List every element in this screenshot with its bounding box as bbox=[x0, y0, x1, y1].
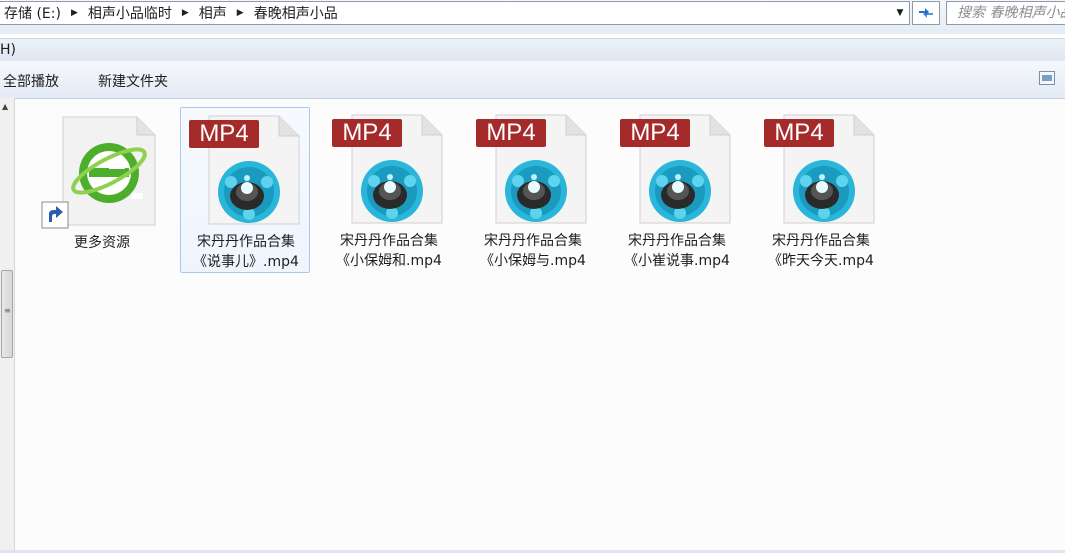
file-item[interactable]: MP4 宋丹丹作品合集 《小保姆与.mp4 bbox=[468, 107, 598, 273]
mp4-badge: MP4 bbox=[764, 119, 834, 147]
vertical-scrollbar[interactable]: ▲ ≡ bbox=[0, 98, 15, 550]
play-all-button[interactable]: 全部播放 bbox=[3, 71, 59, 91]
breadcrumb-drive[interactable]: 存储 (E:) bbox=[0, 3, 65, 23]
file-name: 宋丹丹作品合集 《昨天今天.mp4 bbox=[768, 233, 874, 269]
mp4-badge: MP4 bbox=[332, 119, 402, 147]
search-input[interactable] bbox=[957, 5, 1065, 21]
file-item[interactable]: MP4 宋丹丹作品合集 《小崔说事.mp4 bbox=[612, 107, 742, 273]
file-name: 宋丹丹作品合集 《小保姆与.mp4 bbox=[480, 233, 586, 269]
breadcrumb-separator-icon[interactable]: ▶ bbox=[176, 8, 195, 18]
file-name: 宋丹丹作品合集 《小崔说事.mp4 bbox=[624, 233, 730, 269]
breadcrumb-separator-icon[interactable]: ▶ bbox=[231, 8, 250, 18]
file-name: 更多资源 bbox=[74, 235, 130, 251]
refresh-button[interactable] bbox=[912, 1, 940, 25]
chevron-down-icon[interactable]: ▼ bbox=[891, 2, 909, 24]
shortcut-arrow-icon bbox=[41, 201, 69, 229]
grip-icon: ≡ bbox=[4, 306, 11, 315]
command-bar: 全部播放 新建文件夹 bbox=[0, 61, 1065, 99]
file-list: 更多资源 MP4 宋丹丹作品合集 《说事儿》.mp4 MP4 宋丹丹作品合集 《… bbox=[15, 99, 1065, 550]
file-item[interactable]: MP4 宋丹丹作品合集 《小保姆和.mp4 bbox=[324, 107, 454, 273]
file-item-selected[interactable]: MP4 宋丹丹作品合集 《说事儿》.mp4 bbox=[180, 107, 310, 273]
breadcrumb-folder-temp[interactable]: 相声小品临时 bbox=[84, 3, 176, 23]
mp4-badge: MP4 bbox=[189, 120, 259, 148]
scroll-thumb[interactable]: ≡ bbox=[1, 270, 13, 358]
file-item[interactable]: MP4 宋丹丹作品合集 《昨天今天.mp4 bbox=[756, 107, 886, 273]
breadcrumb-current-folder[interactable]: 春晚相声小品 bbox=[250, 3, 342, 23]
mp4-badge: MP4 bbox=[476, 119, 546, 147]
menu-item-help[interactable]: H) bbox=[0, 42, 16, 58]
refresh-icon bbox=[919, 8, 933, 18]
address-bar[interactable]: 存储 (E:) ▶ 相声小品临时 ▶ 相声 ▶ 春晚相声小品 ▼ bbox=[0, 1, 910, 25]
file-name: 宋丹丹作品合集 《小保姆和.mp4 bbox=[336, 233, 442, 269]
address-bar-row: 存储 (E:) ▶ 相声小品临时 ▶ 相声 ▶ 春晚相声小品 ▼ bbox=[0, 0, 1065, 34]
file-item[interactable]: 更多资源 bbox=[37, 109, 167, 275]
file-name: 宋丹丹作品合集 《说事儿》.mp4 bbox=[193, 234, 299, 270]
breadcrumb-folder-xiangsheng[interactable]: 相声 bbox=[195, 3, 231, 23]
menu-bar: H) bbox=[0, 38, 1065, 62]
scroll-up-icon[interactable]: ▲ bbox=[2, 102, 8, 111]
search-box[interactable] bbox=[946, 1, 1065, 25]
mp4-badge: MP4 bbox=[620, 119, 690, 147]
breadcrumb-separator-icon[interactable]: ▶ bbox=[65, 8, 84, 18]
new-folder-button[interactable]: 新建文件夹 bbox=[98, 71, 168, 91]
view-options-icon[interactable] bbox=[1039, 71, 1055, 85]
